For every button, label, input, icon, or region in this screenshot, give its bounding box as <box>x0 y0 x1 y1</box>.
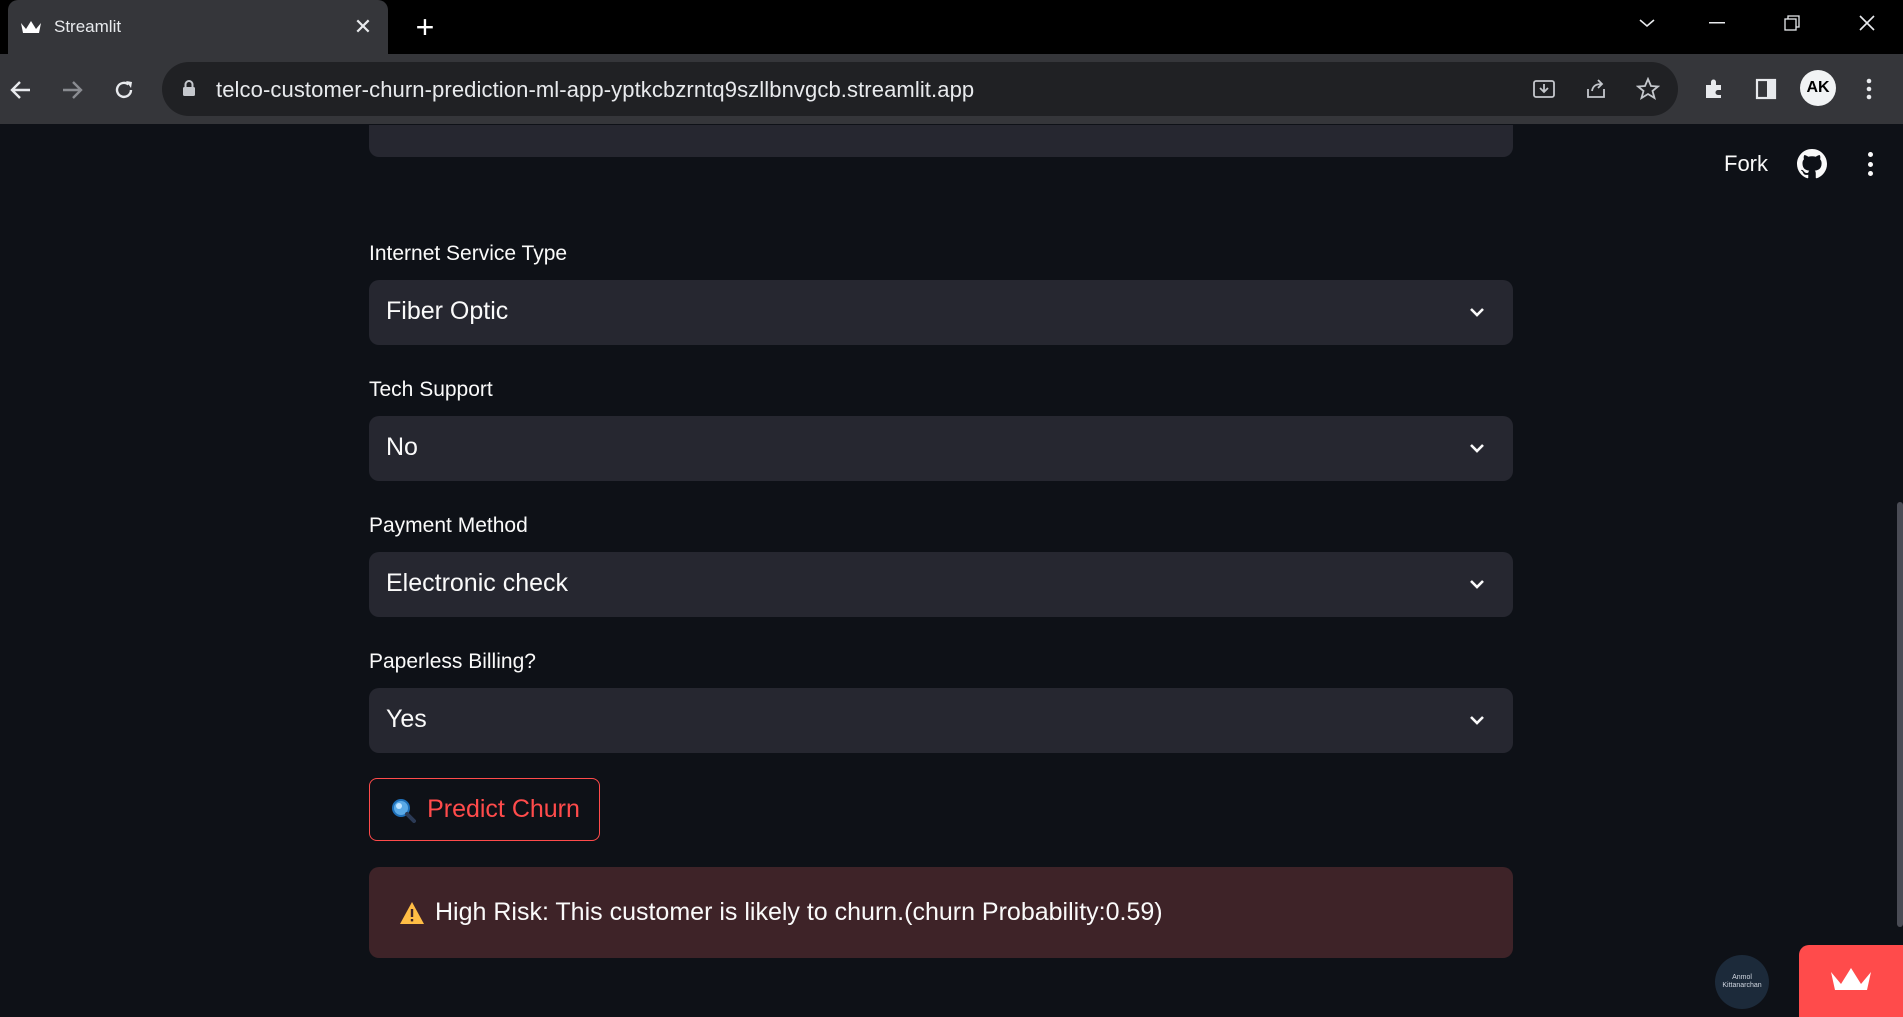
chevron-down-icon <box>1467 438 1487 458</box>
url-text: telco-customer-churn-prediction-ml-app-y… <box>216 77 975 102</box>
streamlit-favicon-icon <box>20 16 42 38</box>
forward-icon[interactable] <box>55 73 89 107</box>
internet-service-value: Fiber Optic <box>386 297 509 325</box>
internet-service-label: Internet Service Type <box>369 242 568 265</box>
app-menu-icon[interactable] <box>1860 149 1880 179</box>
badge-line-2: Kittanarchan <box>1722 982 1762 989</box>
paperless-billing-label: Paperless Billing? <box>369 650 536 673</box>
bookmark-star-icon[interactable] <box>1634 75 1662 103</box>
browser-toolbar: telco-customer-churn-prediction-ml-app-y… <box>0 54 1903 179</box>
side-panel-icon[interactable] <box>1749 72 1783 106</box>
chevron-down-icon <box>1467 710 1487 730</box>
extensions-icon[interactable] <box>1697 72 1731 106</box>
tab-title: Streamlit <box>54 17 122 36</box>
github-icon[interactable] <box>1797 149 1827 179</box>
payment-method-select[interactable]: Electronic check <box>369 552 1513 617</box>
browser-tab-bar: Streamlit ✕ + <box>0 0 1903 54</box>
tab-search-icon[interactable] <box>1620 0 1674 46</box>
close-tab-icon[interactable]: ✕ <box>348 14 378 40</box>
new-tab-icon[interactable]: + <box>408 10 442 44</box>
tech-support-label: Tech Support <box>369 378 493 401</box>
internet-service-select[interactable]: Fiber Optic <box>369 280 1513 345</box>
payment-method-label: Payment Method <box>369 514 528 537</box>
reload-icon[interactable] <box>107 73 141 107</box>
app-container: Fork Internet Service Type Fiber Optic T… <box>0 125 1903 1017</box>
payment-method-value: Electronic check <box>386 569 569 597</box>
tech-support-value: No <box>386 433 418 461</box>
magnifier-icon <box>389 796 417 824</box>
lock-icon <box>182 79 196 102</box>
streamlit-crown-icon <box>1829 966 1873 997</box>
close-window-icon[interactable] <box>1840 0 1894 46</box>
share-icon[interactable] <box>1582 75 1610 103</box>
chevron-down-icon <box>1467 302 1487 322</box>
tech-support-select[interactable]: No <box>369 416 1513 481</box>
churn-risk-alert: High Risk: This customer is likely to ch… <box>369 867 1513 958</box>
churn-risk-message: High Risk: This customer is likely to ch… <box>435 898 1163 926</box>
select-partial[interactable] <box>369 125 1513 157</box>
predict-churn-label: Predict Churn <box>427 795 580 823</box>
restore-icon[interactable] <box>1765 0 1819 46</box>
back-icon[interactable] <box>4 73 38 107</box>
streamlit-logo-badge[interactable] <box>1799 945 1903 1017</box>
browser-menu-icon[interactable] <box>1852 72 1886 106</box>
chevron-down-icon <box>1467 574 1487 594</box>
paperless-billing-select[interactable]: Yes <box>369 688 1513 753</box>
browser-tab[interactable]: Streamlit ✕ <box>8 0 388 54</box>
warning-icon <box>399 900 425 926</box>
paperless-billing-value: Yes <box>386 705 427 733</box>
creator-badge[interactable]: Anmol Kittanarchan <box>1715 955 1769 1009</box>
page-scrollbar[interactable] <box>1897 502 1903 927</box>
profile-avatar[interactable]: AK <box>1800 70 1836 106</box>
fork-button[interactable]: Fork <box>1724 151 1768 177</box>
predict-churn-button[interactable]: Predict Churn <box>369 778 600 841</box>
install-app-icon[interactable] <box>1530 75 1558 103</box>
profile-initials: AK <box>1806 79 1830 96</box>
minimize-icon[interactable] <box>1690 0 1744 46</box>
address-bar[interactable]: telco-customer-churn-prediction-ml-app-y… <box>162 62 1678 116</box>
badge-line-1: Anmol <box>1732 974 1752 981</box>
